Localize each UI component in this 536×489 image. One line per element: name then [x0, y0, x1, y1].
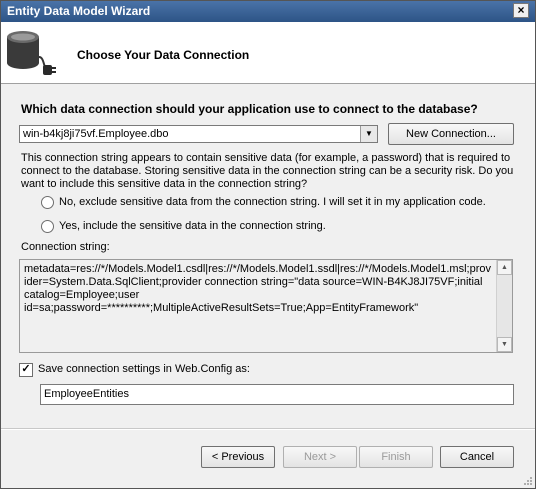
connection-string-text: metadata=res://*/Models.Model1.csdl|res:…	[24, 263, 491, 314]
next-button[interactable]: Next >	[283, 446, 357, 468]
previous-button[interactable]: < Previous	[201, 446, 275, 468]
entity-name-value: EmployeeEntities	[44, 388, 129, 400]
connection-string-scrollbar[interactable]: ▲ ▼	[496, 260, 512, 352]
exclude-radio[interactable]	[41, 196, 54, 209]
title-bar[interactable]: Entity Data Model Wizard ×	[1, 1, 535, 22]
new-connection-button[interactable]: New Connection...	[388, 123, 514, 145]
entity-name-input[interactable]: EmployeeEntities	[40, 384, 514, 405]
connection-select-value: win-b4kj8ji75vf.Employee.dbo	[23, 128, 169, 140]
dropdown-arrow-icon[interactable]: ▼	[360, 126, 377, 142]
save-settings-checkbox[interactable]: ✓	[19, 363, 33, 377]
window-title: Entity Data Model Wizard	[7, 4, 151, 18]
finish-button[interactable]: Finish	[359, 446, 433, 468]
connection-string-box[interactable]: metadata=res://*/Models.Model1.csdl|res:…	[19, 259, 513, 353]
sensitive-data-notice: This connection string appears to contai…	[21, 152, 514, 190]
connection-string-label: Connection string:	[21, 241, 110, 253]
wizard-window: Entity Data Model Wizard × Choose Your D…	[0, 0, 536, 489]
resize-grip-icon[interactable]	[523, 476, 533, 486]
save-settings-label: Save connection settings in Web.Config a…	[38, 363, 250, 375]
footer-divider	[1, 428, 535, 430]
database-connection-icon	[7, 31, 56, 75]
connection-question: Which data connection should your applic…	[21, 102, 478, 116]
page-title: Choose Your Data Connection	[77, 48, 250, 62]
wizard-header: Choose Your Data Connection	[1, 22, 535, 84]
exclude-radio-label: No, exclude sensitive data from the conn…	[59, 196, 486, 208]
cancel-button[interactable]: Cancel	[440, 446, 514, 468]
connection-select[interactable]: win-b4kj8ji75vf.Employee.dbo ▼	[19, 125, 378, 143]
include-radio-label: Yes, include the sensitive data in the c…	[59, 220, 326, 232]
scroll-down-icon[interactable]: ▼	[497, 337, 512, 352]
scroll-up-icon[interactable]: ▲	[497, 260, 512, 275]
close-button[interactable]: ×	[513, 3, 529, 18]
include-radio[interactable]	[41, 220, 54, 233]
